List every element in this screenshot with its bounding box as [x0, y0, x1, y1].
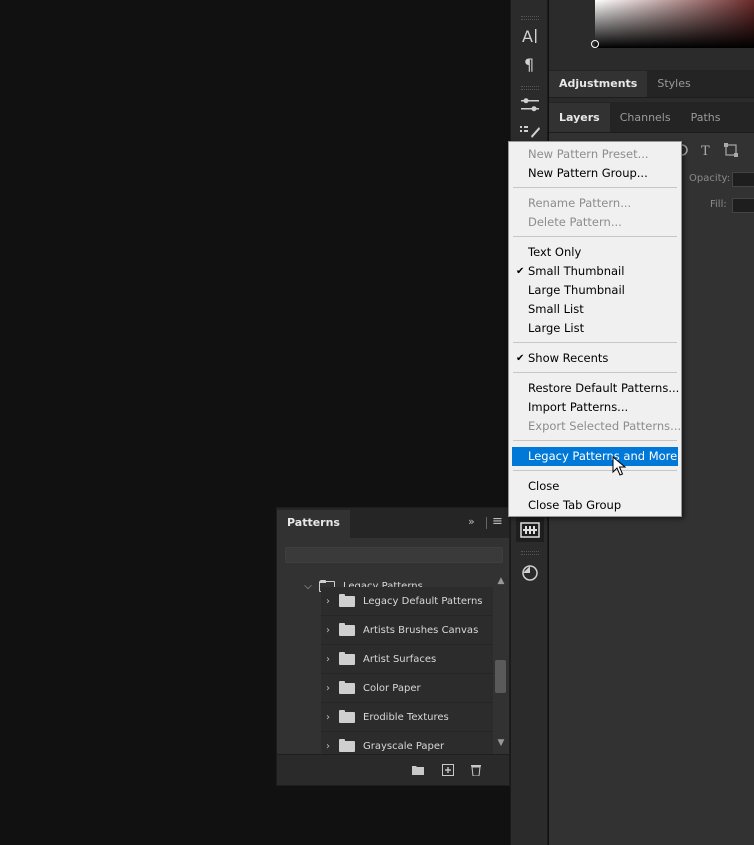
- scrollbar-thumb[interactable]: [495, 660, 506, 693]
- menu-item-small-list[interactable]: Small List: [512, 300, 678, 319]
- chevron-right-icon[interactable]: ›: [321, 596, 335, 607]
- menu-item-rename-pattern[interactable]: Rename Pattern...: [512, 194, 678, 213]
- menu-item-text-only[interactable]: Text Only: [512, 243, 678, 262]
- folder-icon: [339, 738, 355, 752]
- menu-item-delete-pattern[interactable]: Delete Pattern...: [512, 213, 678, 232]
- checkmark-icon: ✔: [516, 353, 525, 364]
- strip-grip-4[interactable]: [521, 551, 539, 555]
- menu-item-small-thumbnail[interactable]: ✔ Small Thumbnail: [512, 262, 678, 281]
- shapes-panel-icon[interactable]: [516, 560, 544, 584]
- adjustments-sliders-icon[interactable]: [516, 93, 544, 117]
- patterns-footer: [277, 754, 509, 785]
- menu-separator: [513, 372, 677, 373]
- chevron-down-icon[interactable]: ⌵: [301, 581, 315, 592]
- tab-channels[interactable]: Channels: [610, 103, 681, 132]
- tab-paths[interactable]: Paths: [681, 103, 731, 132]
- adjustments-tabbar: Adjustments Styles: [549, 70, 754, 98]
- list-item-label: Grayscale Paper: [363, 740, 445, 752]
- list-item[interactable]: › Color Paper: [321, 674, 493, 703]
- menu-item-show-recents[interactable]: ✔ Show Recents: [512, 349, 678, 368]
- mouse-cursor-icon: [612, 456, 626, 476]
- chevron-right-icon[interactable]: ›: [321, 654, 335, 665]
- list-item[interactable]: › Artist Surfaces: [321, 645, 493, 674]
- menu-item-legacy-patterns-and-more[interactable]: Legacy Patterns and More: [512, 447, 678, 466]
- strip-grip[interactable]: [521, 16, 539, 20]
- patterns-search-input[interactable]: [285, 547, 503, 563]
- opacity-field[interactable]: [732, 172, 754, 187]
- patterns-scrollbar[interactable]: ▲ ▼: [494, 572, 508, 754]
- double-chevron-right-icon[interactable]: »: [468, 515, 475, 528]
- patterns-list[interactable]: ⌵ Legacy Patterns › Legacy Default Patte…: [277, 572, 493, 754]
- character-panel-icon[interactable]: A: [516, 24, 544, 48]
- folder-icon: [339, 622, 355, 636]
- color-picker-handle[interactable]: [591, 40, 599, 48]
- tab-adjustments[interactable]: Adjustments: [549, 71, 648, 97]
- list-item-label: Erodible Textures: [363, 711, 449, 723]
- menu-separator: [513, 187, 677, 188]
- checkmark-icon: ✔: [516, 266, 525, 277]
- opacity-label: Opacity:: [689, 173, 731, 184]
- list-item-label: Artist Surfaces: [363, 653, 437, 665]
- chevron-right-icon[interactable]: ›: [321, 683, 335, 694]
- paragraph-panel-icon[interactable]: ¶: [516, 52, 544, 76]
- header-divider: [486, 517, 487, 529]
- hamburger-menu-icon[interactable]: ≡: [492, 514, 503, 529]
- list-item-label: Artists Brushes Canvas: [363, 624, 479, 636]
- folder-icon: [339, 593, 355, 607]
- menu-item-close-tab-group[interactable]: Close Tab Group: [512, 496, 678, 515]
- list-item[interactable]: › Artists Brushes Canvas: [321, 616, 493, 645]
- menu-separator: [513, 342, 677, 343]
- strip-grip-2[interactable]: [521, 86, 539, 90]
- menu-item-export-selected-patterns[interactable]: Export Selected Patterns...: [512, 417, 681, 436]
- tab-layers[interactable]: Layers: [549, 103, 610, 132]
- menu-item-close[interactable]: Close: [512, 477, 678, 496]
- patterns-panel: Patterns » ≡ ⌵ Legacy Patterns › Legacy …: [276, 507, 510, 786]
- layers-tabbar: Layers Channels Paths: [549, 102, 754, 133]
- scroll-up-icon[interactable]: ▲: [496, 576, 506, 586]
- chevron-right-icon[interactable]: ›: [321, 712, 335, 723]
- list-item[interactable]: › Erodible Textures: [321, 703, 493, 732]
- svg-text:T: T: [701, 144, 710, 157]
- folder-icon: [339, 680, 355, 694]
- menu-item-large-list[interactable]: Large List: [512, 319, 678, 338]
- patterns-flyout-menu: New Pattern Preset... New Pattern Group.…: [508, 141, 682, 517]
- tab-styles[interactable]: Styles: [647, 71, 700, 97]
- menu-item-import-patterns[interactable]: Import Patterns...: [512, 398, 678, 417]
- patterns-panel-icon[interactable]: [516, 518, 544, 542]
- list-item-label: Legacy Default Patterns: [363, 595, 483, 607]
- chevron-right-icon[interactable]: ›: [321, 741, 335, 752]
- transform-filter-icon: [724, 143, 738, 157]
- tab-patterns[interactable]: Patterns: [277, 510, 350, 538]
- menu-item-restore-default-patterns[interactable]: Restore Default Patterns...: [512, 379, 679, 398]
- menu-separator: [513, 470, 677, 471]
- menu-separator: [513, 440, 677, 441]
- menu-item-new-pattern-preset[interactable]: New Pattern Preset...: [512, 145, 678, 164]
- trash-icon[interactable]: [469, 764, 483, 776]
- color-picker-field[interactable]: [591, 0, 754, 48]
- new-pattern-icon[interactable]: [441, 764, 455, 776]
- new-group-folder-icon[interactable]: [411, 764, 425, 776]
- menu-separator: [513, 236, 677, 237]
- menu-item-new-pattern-group[interactable]: New Pattern Group...: [512, 164, 678, 183]
- scroll-down-icon[interactable]: ▼: [496, 738, 506, 748]
- patterns-header: Patterns » ≡: [277, 508, 509, 538]
- folder-icon: [339, 709, 355, 723]
- svg-text:A: A: [522, 27, 533, 45]
- menu-item-label: Small Thumbnail: [528, 264, 625, 278]
- fill-label: Fill:: [710, 199, 727, 210]
- type-filter-icon: T: [701, 144, 710, 157]
- menu-item-large-thumbnail[interactable]: Large Thumbnail: [512, 281, 678, 300]
- svg-text:¶: ¶: [524, 55, 534, 73]
- list-item[interactable]: › Grayscale Paper: [321, 732, 493, 754]
- fill-field[interactable]: [732, 198, 754, 213]
- list-item-label: Color Paper: [363, 682, 421, 694]
- chevron-right-icon[interactable]: ›: [321, 625, 335, 636]
- menu-item-label: Show Recents: [528, 351, 609, 365]
- list-item[interactable]: › Legacy Default Patterns: [321, 587, 493, 616]
- folder-icon: [339, 651, 355, 665]
